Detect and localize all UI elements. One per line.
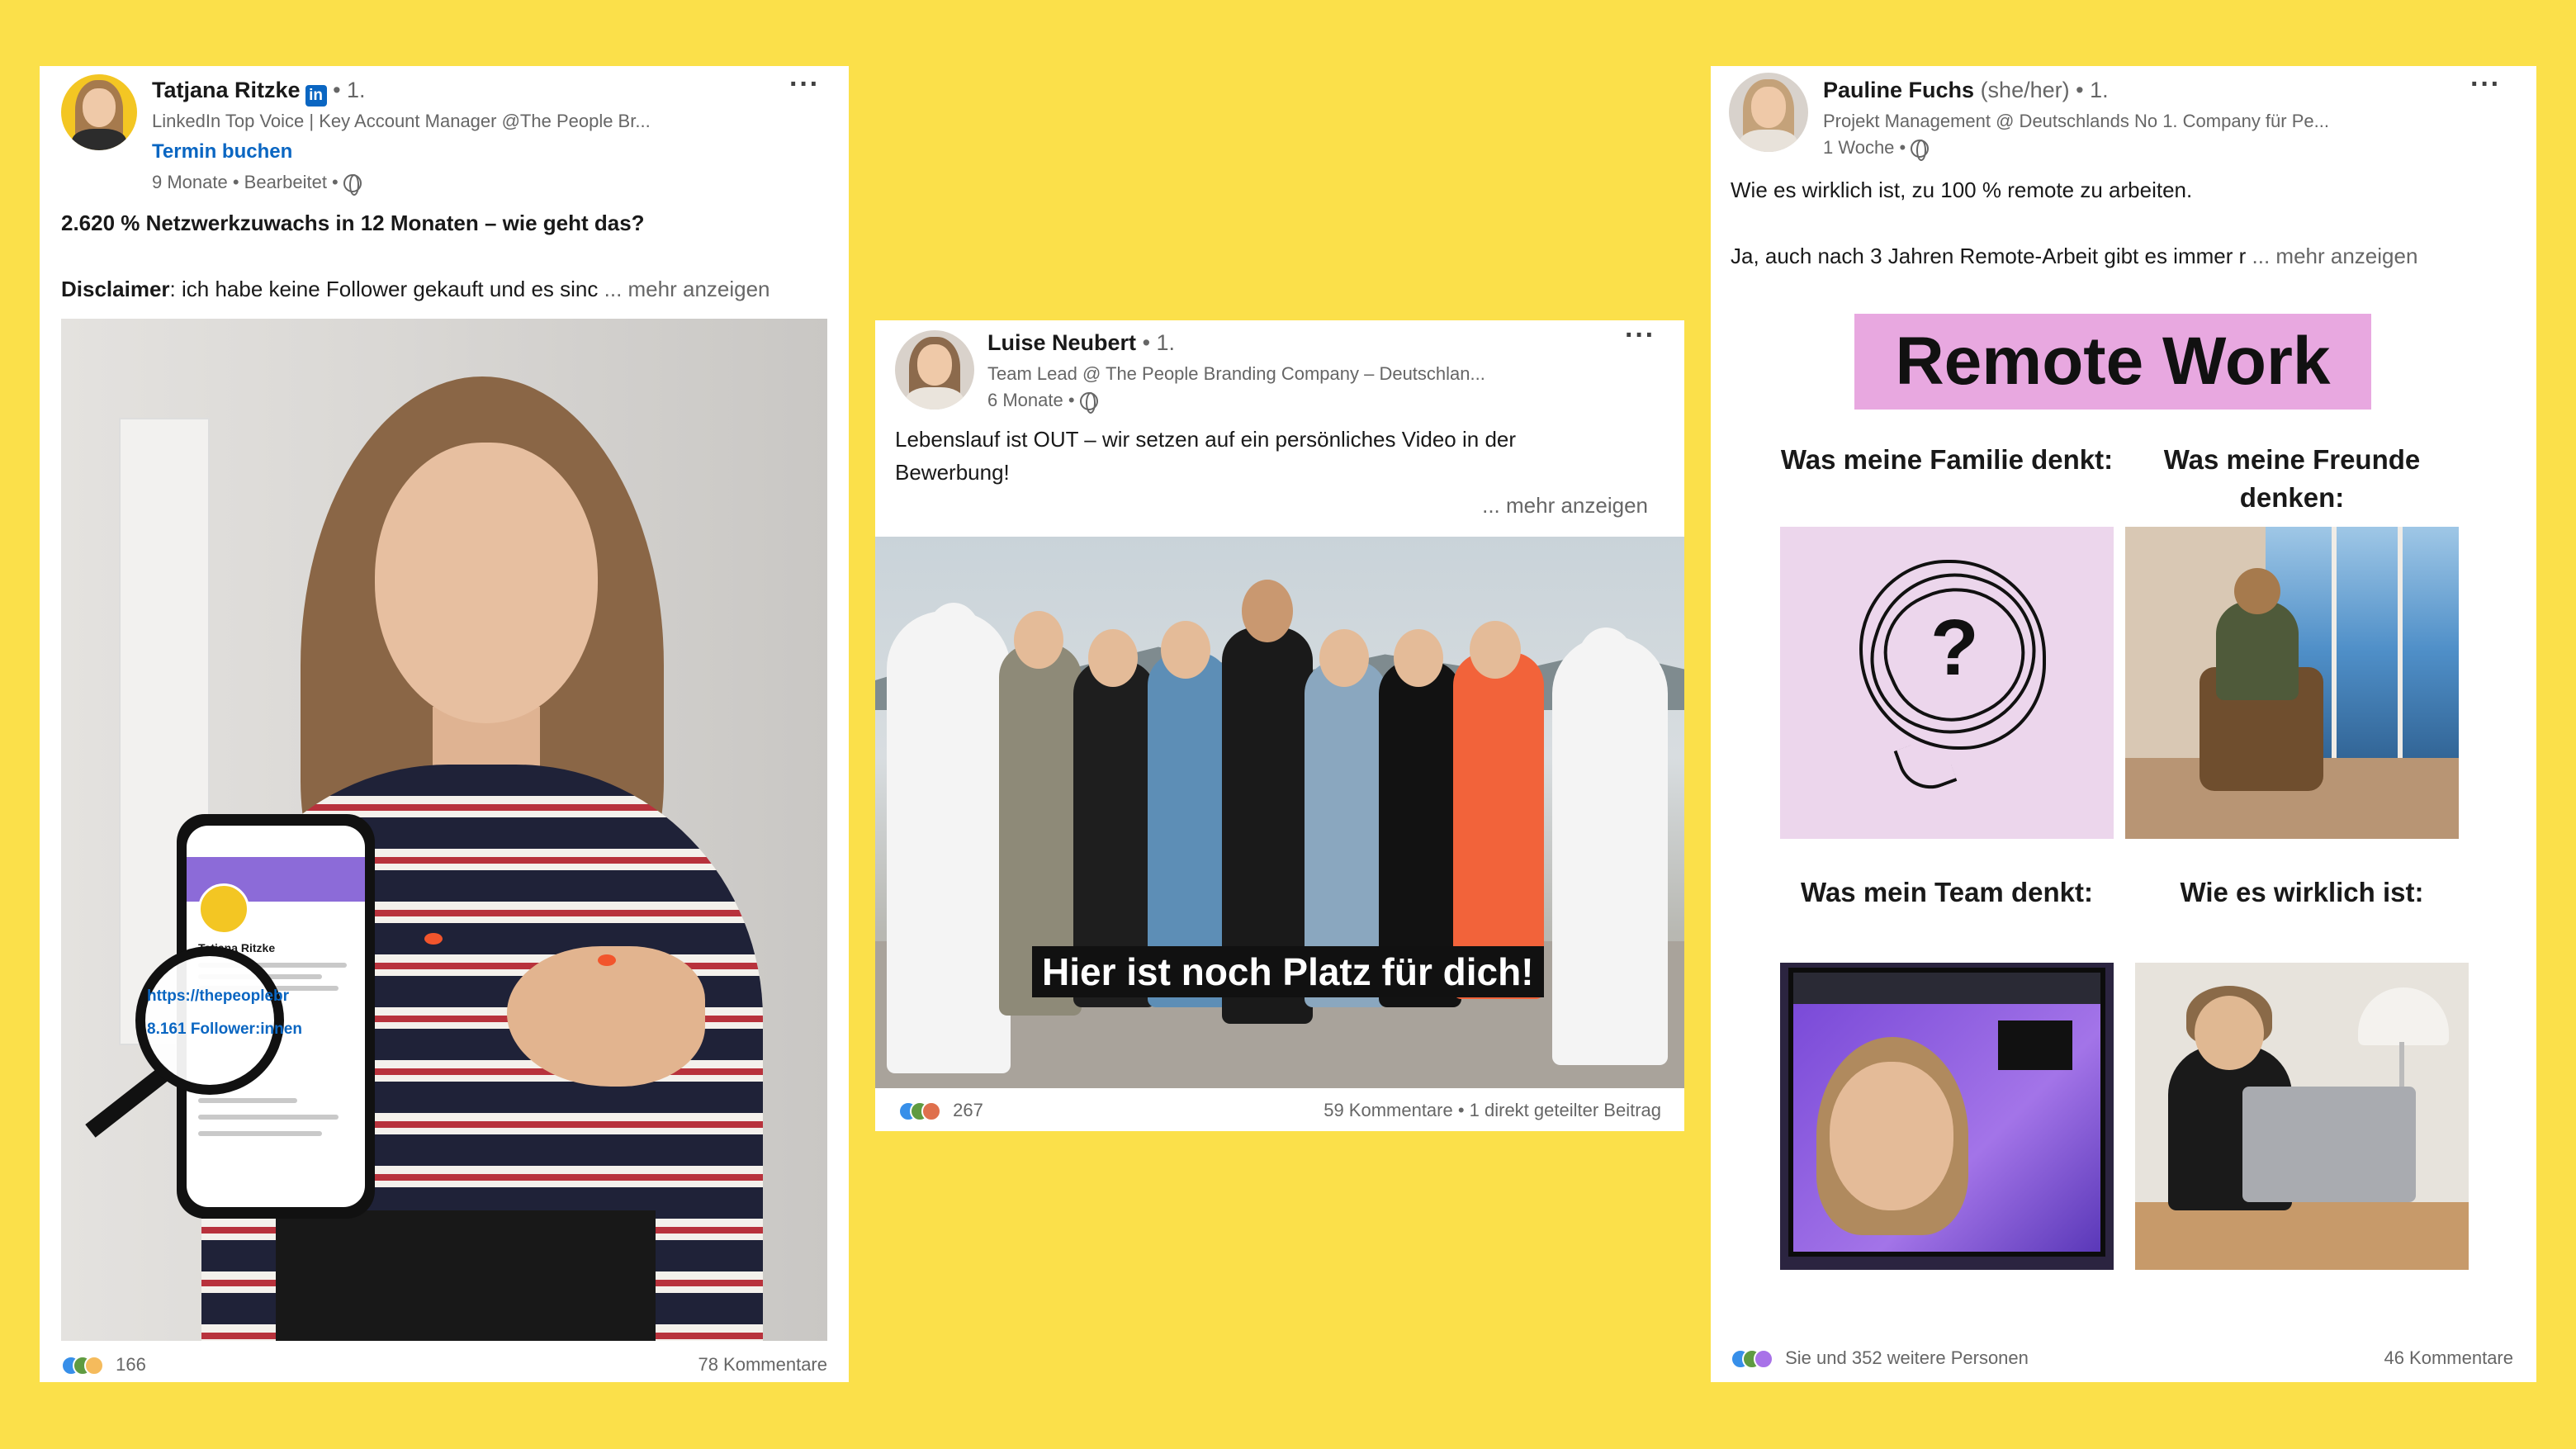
- love-reaction-icon: [921, 1101, 941, 1121]
- reactions-summary[interactable]: Sie und 352 weitere Personen: [1731, 1347, 2029, 1369]
- avatar-luise[interactable]: [895, 330, 974, 410]
- post-age: 6 Monate •: [987, 390, 1075, 410]
- post-image[interactable]: Hier ist noch Platz für dich!: [875, 537, 1684, 1088]
- tile-family-scribble: ?: [1780, 527, 2114, 839]
- more-options-icon[interactable]: ···: [789, 70, 820, 98]
- post-meta: 9 Monate • Bearbeitet •: [152, 172, 362, 196]
- author-line: Tatjana Ritzke in • 1.: [152, 78, 366, 107]
- comments-count[interactable]: 78 Kommentare: [698, 1354, 827, 1376]
- avatar-tatjana[interactable]: [61, 74, 137, 150]
- post-card-pauline: Pauline Fuchs (she/her) • 1. Projekt Man…: [1711, 66, 2536, 1382]
- see-more-link[interactable]: ... mehr anzeigen: [604, 277, 770, 301]
- see-more-link[interactable]: ... mehr anzeigen: [1482, 489, 1648, 522]
- post-meta: 6 Monate •: [987, 390, 1098, 414]
- label-family: Was meine Familie denkt:: [1780, 444, 2114, 475]
- comments-count[interactable]: 46 Kommentare: [2384, 1347, 2513, 1369]
- label-reality: Wie es wirklich ist:: [2180, 877, 2424, 907]
- label-team: Was mein Team denkt:: [1801, 877, 2093, 907]
- insightful-reaction-icon: [84, 1356, 104, 1376]
- label-friends: Was meine Freunde denken:: [2163, 444, 2421, 513]
- comments-count[interactable]: 59 Kommentare • 1 direkt geteilter Beitr…: [1324, 1100, 1661, 1121]
- more-options-icon[interactable]: ···: [1625, 321, 1655, 349]
- silhouette-right: [1552, 636, 1668, 1065]
- author-headline: Team Lead @ The People Branding Company …: [987, 363, 1485, 384]
- post-text-disclaimer: Disclaimer: ich habe keine Follower geka…: [61, 272, 837, 305]
- post-text-headline: 2.620 % Netzwerkzuwachs in 12 Monaten – …: [61, 211, 645, 235]
- post-card-luise: Luise Neubert • 1. Team Lead @ The Peopl…: [875, 320, 1684, 1131]
- silhouette-left: [887, 611, 1011, 1073]
- reaction-count: 267: [953, 1100, 983, 1120]
- reactions-text: Sie und 352 weitere Personen: [1785, 1347, 2029, 1368]
- reactions-summary[interactable]: 166: [61, 1354, 146, 1376]
- book-appointment-link[interactable]: Termin buchen: [152, 140, 292, 163]
- author-headline: LinkedIn Top Voice | Key Account Manager…: [152, 111, 651, 131]
- reaction-count: 166: [116, 1354, 146, 1375]
- post-text: Lebenslauf ist OUT – wir setzen auf ein …: [895, 427, 1517, 485]
- question-mark: ?: [1930, 604, 1979, 692]
- support-reaction-icon: [1754, 1349, 1773, 1369]
- tile-team-photo: [1780, 963, 2114, 1270]
- linkedin-icon: in: [305, 85, 327, 107]
- remote-work-title: Remote Work: [1854, 314, 2371, 410]
- magnified-url: https://thepeoplebr: [147, 987, 290, 1005]
- tile-friends-photo: [2125, 527, 2459, 839]
- post-age: 9 Monate • Bearbeitet •: [152, 172, 339, 192]
- connection-degree: • 1.: [333, 78, 366, 102]
- author-name[interactable]: Luise Neubert: [987, 330, 1136, 355]
- reactions-summary[interactable]: 267: [898, 1100, 983, 1121]
- image-caption: Hier ist noch Platz für dich!: [1032, 946, 1544, 997]
- connection-degree: • 1.: [1142, 330, 1176, 355]
- magnified-followers: 8.161 Follower:innen: [147, 1020, 302, 1038]
- globe-icon: [343, 174, 362, 196]
- globe-icon: [1079, 392, 1098, 414]
- author-line: Luise Neubert • 1.: [987, 330, 1175, 356]
- post-card-tatjana: Tatjana Ritzke in • 1. LinkedIn Top Voice…: [40, 66, 849, 1382]
- tile-reality-photo: [2135, 963, 2469, 1270]
- disclaimer-text: : ich habe keine Follower gekauft und es…: [169, 277, 599, 301]
- author-name[interactable]: Tatjana Ritzke: [152, 78, 301, 102]
- post-image[interactable]: Tatjana Ritzke https://thepeoplebr 8.161…: [61, 319, 827, 1341]
- disclaimer-label: Disclaimer: [61, 277, 170, 301]
- post-image[interactable]: Remote Work Was meine Familie denkt: Was…: [1711, 66, 2536, 1382]
